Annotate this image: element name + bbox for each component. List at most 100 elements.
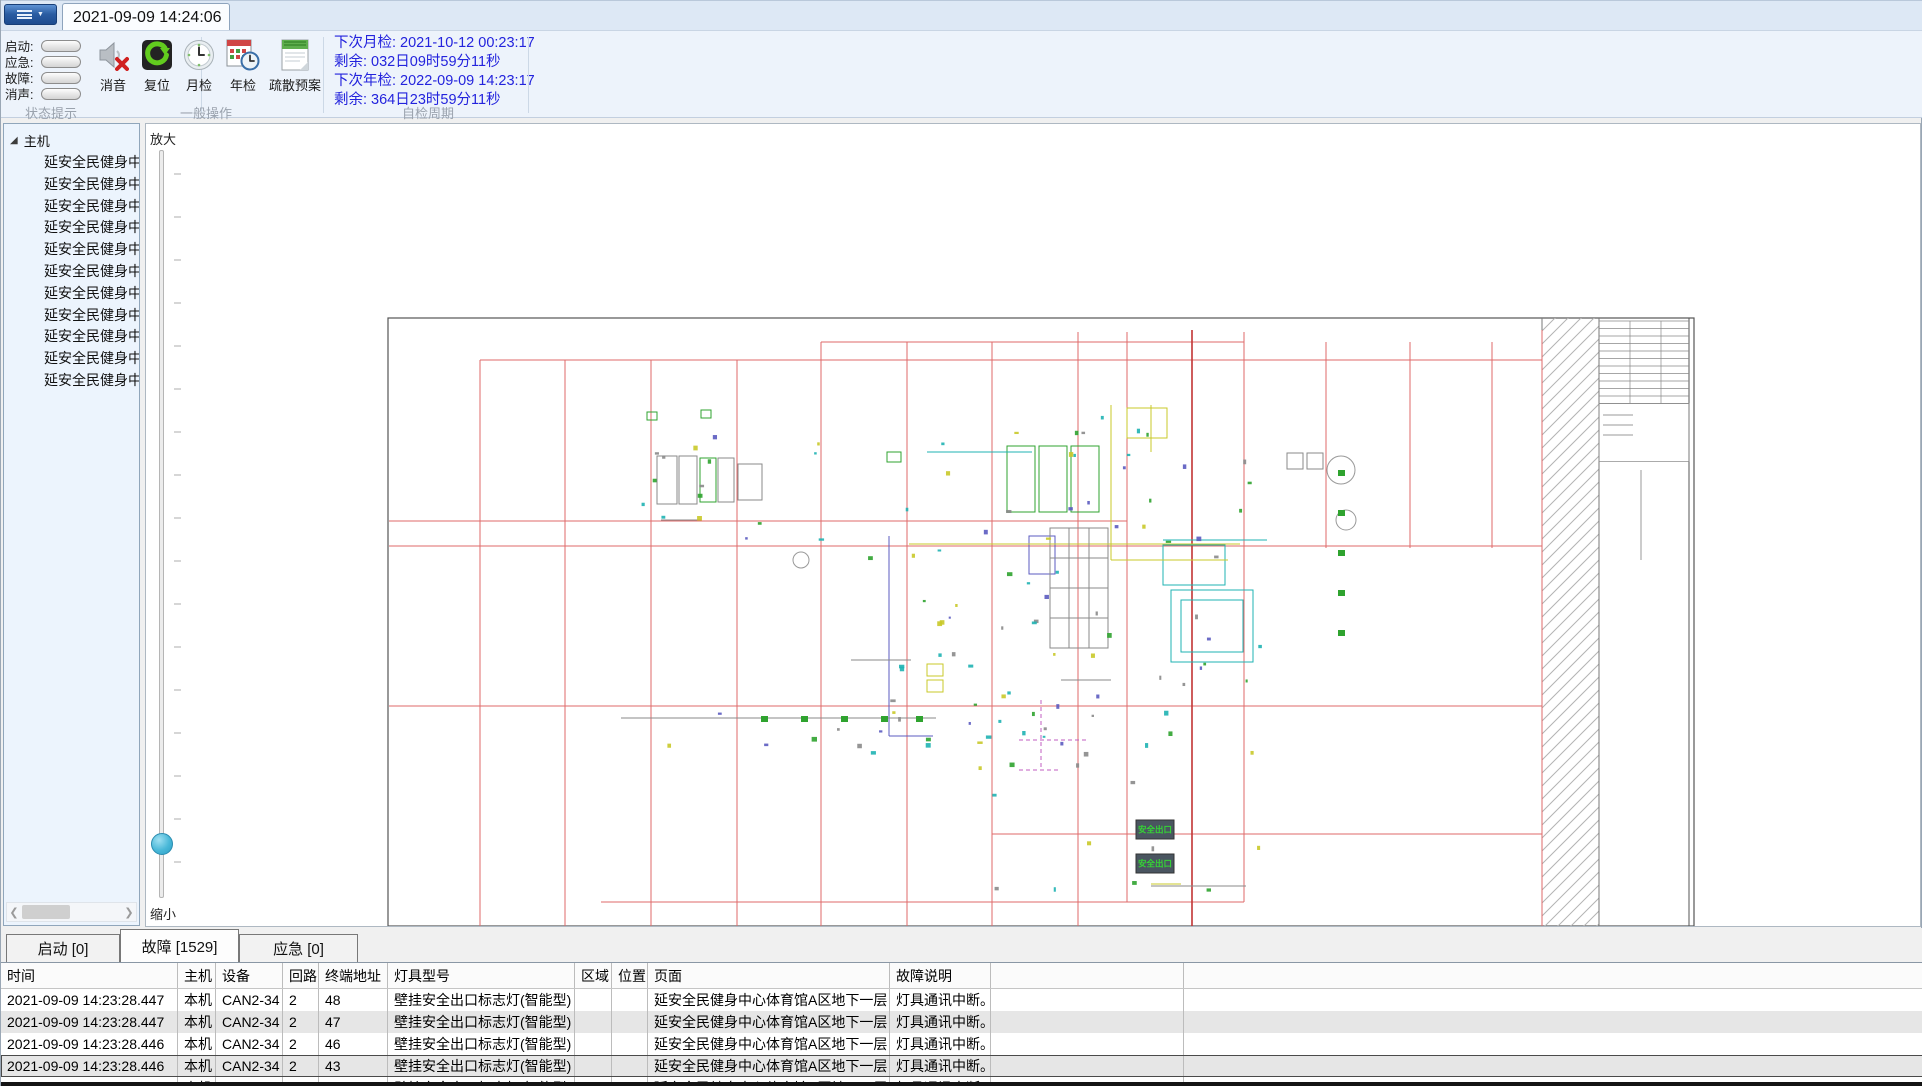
group-label-selfcheck: 自检周期 [378,103,478,122]
self-check-info: 下次月检: 2021-10-12 00:23:17 剩余: 032日09时59分… [334,34,529,110]
cell [991,1033,1184,1055]
fault-table-header: 时间主机设备回路终端地址灯具型号区域位置页面故障说明 [1,963,1922,989]
status-row-fault: 故障: [5,70,81,85]
calendar-clock-icon [226,37,260,73]
tree-item-host-4[interactable]: 延安全民健身中 [4,239,139,261]
evacuation-calendar-icon [278,37,312,73]
tree-item-host-2[interactable]: 延安全民健身中 [4,196,139,218]
cell [991,1055,1184,1077]
tree-item-host-7[interactable]: 延安全民健身中 [4,305,139,327]
col-header-empty[interactable] [991,963,1184,988]
cell: 46 [319,1033,388,1055]
sidebar-tree-panel: ◢ 主机 延安全民健身中延安全民健身中延安全民健身中延安全民健身中延安全民健身中… [3,123,140,926]
fault-row-0[interactable]: 2021-09-09 14:23:28.447本机CAN2-34248壁挂安全出… [1,989,1922,1011]
tree-root-label: 主机 [24,131,50,150]
floor-plan-drawing: 安全出口安全出口 [146,124,1920,926]
cell [612,989,648,1011]
status-row-startup: 启动: [5,38,81,53]
cell: 壁挂安全出口标志灯(智能型) [388,1055,575,1077]
tab-fault-events[interactable]: 故障 [1529] [120,929,239,962]
cell: 本机 [178,1011,216,1033]
cell [991,989,1184,1011]
monthly-check-button-label: 月检 [186,75,212,94]
cell: 本机 [178,1055,216,1077]
evacuation-plan-button-label: 疏散预案 [269,75,321,94]
cell: 本机 [178,1033,216,1055]
reset-button[interactable]: 复位 [135,37,179,103]
tree-item-host-8[interactable]: 延安全民健身中 [4,326,139,348]
cell: 延安全民健身中心体育馆A区地下一层 [648,989,890,1011]
cell [991,1011,1184,1033]
cell: 壁挂安全出口标志灯(智能型) [388,1011,575,1033]
cell: 延安全民健身中心体育馆A区地下一层 [648,1011,890,1033]
col-header-5[interactable]: 灯具型号 [388,963,575,988]
cell: 2021-09-09 14:23:28.447 [1,989,178,1011]
scrollbar-thumb[interactable] [22,905,70,919]
fault-row-1[interactable]: 2021-09-09 14:23:28.447本机CAN2-34247壁挂安全出… [1,1011,1922,1033]
tab-start-events[interactable]: 启动 [0] [6,934,120,962]
drawing-canvas[interactable]: 放大 缩小 安全出口安全出口 [145,123,1921,927]
fault-row-2[interactable]: 2021-09-09 14:23:28.446本机CAN2-34246壁挂安全出… [1,1033,1922,1055]
fault-row-3[interactable]: 2021-09-09 14:23:28.446本机CAN2-34243壁挂安全出… [1,1055,1922,1077]
tree-item-host-0[interactable]: 延安全民健身中 [4,152,139,174]
mute-button[interactable]: 消音 [91,37,135,103]
annual-check-button[interactable]: 年检 [221,37,265,103]
tree-item-list: 延安全民健身中延安全民健身中延安全民健身中延安全民健身中延安全民健身中延安全民健… [4,152,139,502]
cell: 灯具通讯中断。 [890,1033,991,1055]
cell: CAN2-34 [216,1033,283,1055]
cell [575,1055,612,1077]
tree-item-host-1[interactable]: 延安全民健身中 [4,174,139,196]
monthly-remaining: 剩余: 032日09时59分11秒 [334,53,529,72]
group-label-status: 状态提示 [6,103,96,122]
cell: 2021-09-09 14:23:28.447 [1,1011,178,1033]
cell [612,1055,648,1077]
silence-label: 消声: [5,84,39,103]
annual-check-button-label: 年检 [230,75,256,94]
tree-item-host-3[interactable]: 延安全民健身中 [4,217,139,239]
col-header-0[interactable]: 时间 [1,963,178,988]
sidebar-horizontal-scrollbar[interactable]: ❮ ❯ [6,902,137,922]
window-bottom-border [1,1082,1922,1086]
event-tabstrip: 启动 [0] 故障 [1529] 应急 [0] [1,928,1922,962]
col-header-9[interactable]: 故障说明 [890,963,991,988]
col-header-1[interactable]: 主机 [178,963,216,988]
cell [575,1011,612,1033]
cell: 延安全民健身中心体育馆A区地下一层 [648,1033,890,1055]
cell: CAN2-34 [216,989,283,1011]
tab-current-time[interactable]: 2021-09-09 14:24:06 [62,3,230,31]
emergency-indicator [41,56,81,68]
mute-button-label: 消音 [100,75,126,94]
cell: 灯具通讯中断。 [890,1055,991,1077]
evacuation-plan-button[interactable]: 疏散预案 [267,37,323,103]
clock-icon [182,37,216,73]
ribbon-separator [323,37,324,113]
col-header-3[interactable]: 回路 [283,963,319,988]
tree-item-host-10[interactable]: 延安全民健身中 [4,370,139,392]
tree-item-host-6[interactable]: 延安全民健身中 [4,283,139,305]
scroll-left-icon[interactable]: ❮ [7,906,21,919]
cell [575,989,612,1011]
tree-item-host-9[interactable]: 延安全民健身中 [4,348,139,370]
col-header-6[interactable]: 区域 [575,963,612,988]
col-header-4[interactable]: 终端地址 [319,963,388,988]
app-menu-button[interactable]: ▼ [4,4,57,25]
scroll-right-icon[interactable]: ❯ [122,906,136,919]
cell [612,1033,648,1055]
col-header-8[interactable]: 页面 [648,963,890,988]
cell: 灯具通讯中断。 [890,1011,991,1033]
col-header-2[interactable]: 设备 [216,963,283,988]
col-header-empty[interactable] [1184,963,1922,988]
cell: CAN2-34 [216,1055,283,1077]
svg-text:安全出口: 安全出口 [1138,859,1172,869]
tree-root-host[interactable]: ◢ 主机 [10,130,50,150]
col-header-7[interactable]: 位置 [612,963,648,988]
monthly-check-button[interactable]: 月检 [177,37,221,103]
cell: 47 [319,1011,388,1033]
tab-emergency-events[interactable]: 应急 [0] [239,934,358,962]
next-monthly-check: 下次月检: 2021-10-12 00:23:17 [334,34,529,53]
tree-expand-icon[interactable]: ◢ [10,135,18,146]
tree-item-host-5[interactable]: 延安全民健身中 [4,261,139,283]
silence-indicator [41,88,81,100]
ribbon-separator [528,37,529,113]
group-label-actions: 一般操作 [156,103,256,122]
